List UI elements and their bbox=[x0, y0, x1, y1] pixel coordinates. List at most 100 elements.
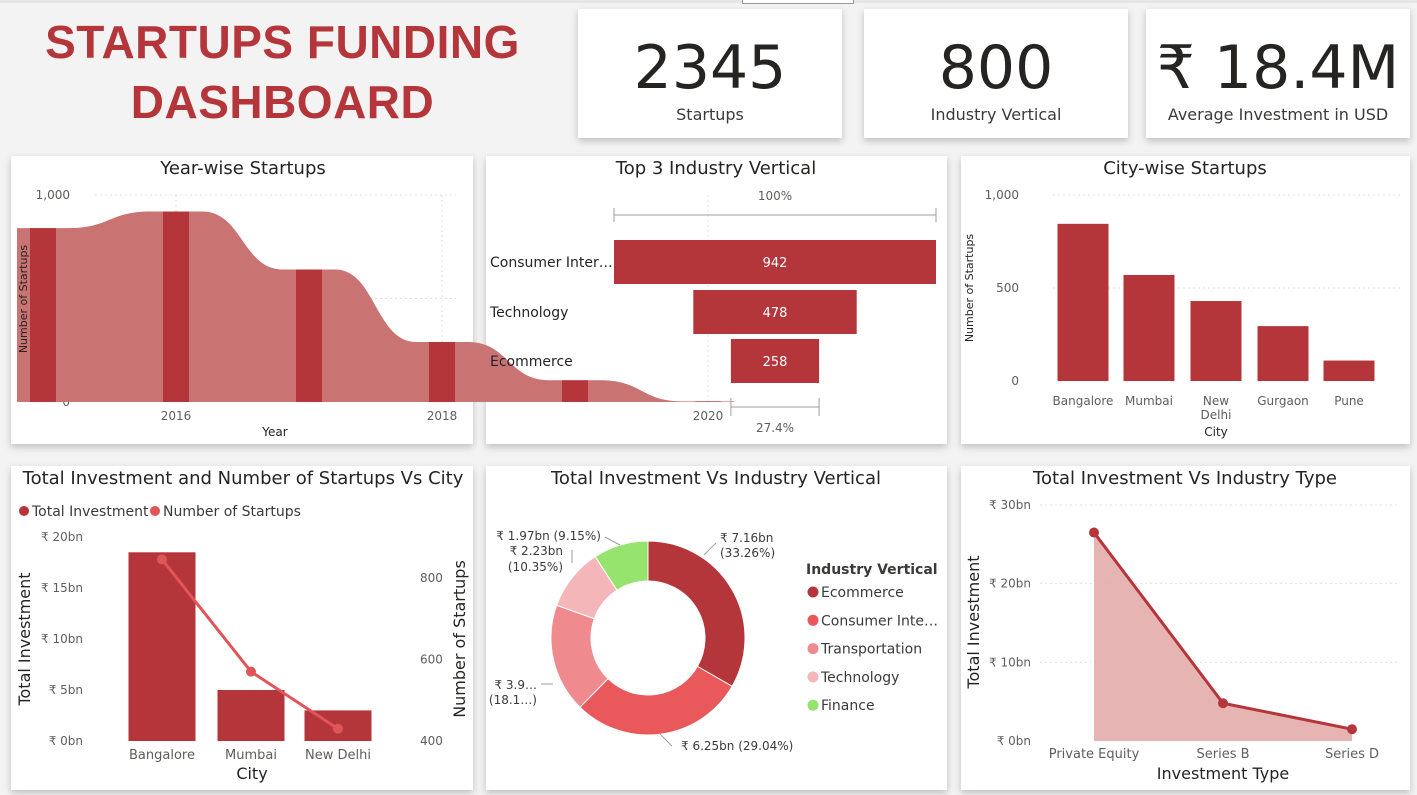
y-tick-label: ₹ 10bn bbox=[989, 655, 1031, 669]
bar-investment[interactable] bbox=[217, 690, 285, 741]
legend-label: Finance bbox=[821, 698, 875, 714]
y-tick-label: ₹ 20bn bbox=[989, 577, 1031, 591]
chart-title: Total Investment Vs Industry Vertical bbox=[550, 468, 881, 489]
legend-label: Total Investment bbox=[31, 504, 149, 520]
line-point[interactable] bbox=[157, 554, 167, 565]
bar-investment[interactable] bbox=[128, 552, 196, 741]
donut-slice[interactable] bbox=[647, 540, 746, 687]
donut-data-label: (33.26%) bbox=[720, 546, 775, 560]
leader-line bbox=[703, 542, 717, 556]
x-tick-label: Bangalore bbox=[1053, 394, 1114, 408]
legend-label: Consumer Inte… bbox=[821, 613, 938, 629]
area-point[interactable] bbox=[1218, 698, 1228, 709]
y-tick-label: 0 bbox=[1011, 374, 1019, 388]
chart-title: Total Investment and Number of Startups … bbox=[22, 468, 464, 489]
bar-year-2018[interactable] bbox=[429, 341, 455, 402]
legend-marker bbox=[807, 699, 819, 711]
leader-line bbox=[604, 536, 621, 546]
legend-label: Number of Startups bbox=[163, 504, 301, 520]
bar-city[interactable] bbox=[1257, 326, 1309, 381]
bar-city[interactable] bbox=[1057, 223, 1109, 381]
area-point[interactable] bbox=[1347, 724, 1357, 735]
line-point[interactable] bbox=[333, 723, 343, 734]
legend-label: Technology bbox=[820, 670, 899, 686]
funnel-category-label: Consumer Inter… bbox=[490, 255, 613, 271]
y-axis-title: Total Investment bbox=[15, 572, 34, 706]
legend-label: Ecommerce bbox=[821, 585, 904, 601]
funnel-value-label: 478 bbox=[763, 306, 788, 321]
donut-data-label: ₹ 3.9… bbox=[494, 678, 537, 692]
y-tick-label: 1,000 bbox=[985, 188, 1019, 202]
y-axis-title: Total Investment bbox=[964, 555, 983, 689]
chart-title: Year-wise Startups bbox=[159, 158, 326, 179]
x-tick-label: New Delhi bbox=[305, 748, 371, 763]
y-axis-title: Number of Startups bbox=[963, 234, 976, 343]
x-axis-title: City bbox=[1204, 425, 1228, 439]
x-tick-label: Mumbai bbox=[225, 748, 277, 763]
area-point[interactable] bbox=[1089, 527, 1099, 538]
x-axis-title: Investment Type bbox=[1157, 764, 1289, 783]
y2-tick-label: 600 bbox=[420, 652, 443, 666]
y-tick-label: ₹ 0bn bbox=[49, 734, 83, 748]
charts-layer: Year-wise Startups 0 500 1,000 2016 2018 2020 Y… bbox=[15, 158, 1400, 783]
legend-marker bbox=[807, 586, 819, 598]
donut-data-label: ₹ 7.16bn bbox=[720, 531, 773, 545]
legend-label: Transportation bbox=[820, 642, 922, 658]
leader-line bbox=[659, 733, 673, 747]
y2-tick-label: 800 bbox=[420, 571, 443, 585]
funnel-value-label: 942 bbox=[763, 256, 788, 271]
x-tick-label: 2020 bbox=[693, 409, 724, 423]
chart-title: Top 3 Industry Vertical bbox=[615, 158, 816, 179]
funnel-category-label: Technology bbox=[489, 305, 568, 321]
bar-year-2019[interactable] bbox=[562, 380, 588, 402]
x-tick-label: 2018 bbox=[427, 409, 458, 423]
bar-city[interactable] bbox=[1123, 274, 1175, 381]
donut-data-label: ₹ 2.23bn bbox=[510, 544, 563, 558]
x-tick-label: Private Equity bbox=[1049, 747, 1140, 762]
funnel-category-label: Ecommerce bbox=[490, 354, 573, 370]
x-axis-title: City bbox=[236, 764, 267, 783]
y-tick-label: ₹ 30bn bbox=[989, 498, 1031, 512]
legend-marker bbox=[807, 643, 819, 655]
bar-city[interactable] bbox=[1190, 301, 1242, 381]
bar-year-2020[interactable] bbox=[695, 401, 721, 402]
donut-data-label: ₹ 1.97bn (9.15%) bbox=[496, 529, 601, 543]
y2-axis-title: Number of Startups bbox=[450, 560, 469, 718]
bar-city[interactable] bbox=[1323, 360, 1375, 381]
donut-data-label: (10.35%) bbox=[508, 560, 563, 574]
y-tick-label: 500 bbox=[996, 281, 1019, 295]
funnel-value-label: 258 bbox=[763, 355, 788, 370]
bar-year-2017[interactable] bbox=[296, 269, 322, 402]
legend-marker bbox=[807, 671, 819, 683]
x-tick-label: Gurgaon bbox=[1257, 394, 1309, 408]
funnel-bottom-percent: 27.4% bbox=[756, 421, 794, 435]
legend-marker-total-investment bbox=[19, 506, 29, 516]
y-tick-label: 1,000 bbox=[36, 188, 70, 202]
y-tick-label: ₹ 10bn bbox=[41, 632, 83, 646]
bar-year-2016[interactable] bbox=[163, 211, 189, 402]
y2-tick-label: 400 bbox=[420, 734, 443, 748]
donut-data-label: (18.1…) bbox=[489, 693, 537, 707]
legend-title: Industry Vertical bbox=[806, 562, 938, 578]
chart-title: Total Investment Vs Industry Type bbox=[1032, 468, 1337, 489]
x-tick-label: Delhi bbox=[1201, 408, 1232, 422]
y-tick-label: ₹ 20bn bbox=[41, 530, 83, 544]
x-tick-label: Series D bbox=[1325, 747, 1379, 762]
line-point[interactable] bbox=[246, 666, 256, 677]
x-axis-title: Year bbox=[261, 425, 287, 439]
donut-data-label: ₹ 6.25bn (29.04%) bbox=[681, 739, 793, 753]
x-tick-label: Series B bbox=[1196, 747, 1249, 762]
y-tick-label: ₹ 5bn bbox=[49, 683, 83, 697]
x-tick-label: Pune bbox=[1334, 394, 1364, 408]
x-tick-label: Mumbai bbox=[1125, 394, 1173, 408]
x-tick-label: 2016 bbox=[161, 409, 192, 423]
funnel-top-percent: 100% bbox=[758, 189, 792, 203]
y-tick-label: ₹ 0bn bbox=[997, 734, 1031, 748]
legend-marker bbox=[807, 614, 819, 626]
x-tick-label: New bbox=[1203, 394, 1229, 408]
y-axis-title: Number of Startups bbox=[17, 245, 30, 354]
x-tick-label: Bangalore bbox=[129, 748, 195, 763]
bar-year-2015[interactable] bbox=[30, 228, 56, 402]
chart-title: City-wise Startups bbox=[1103, 158, 1267, 179]
area-fill bbox=[1094, 532, 1352, 741]
